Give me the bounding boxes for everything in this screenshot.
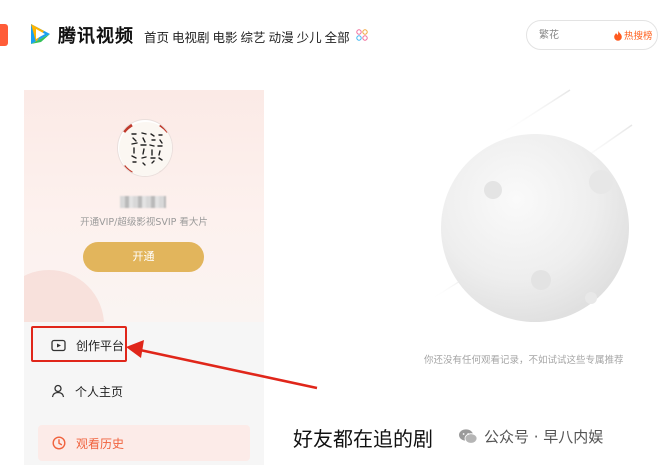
sidebar-item-watch-history[interactable]: 观看历史 [38, 425, 250, 461]
decorative-blob [24, 270, 104, 322]
side-tab-edge[interactable] [0, 24, 8, 46]
search-box[interactable]: 热搜榜 [526, 20, 658, 50]
main-nav: 首页 电视剧 电影 综艺 动漫 少儿 全部 [144, 27, 350, 46]
app-window: 腾讯视频 首页 电视剧 电影 综艺 动漫 少儿 全部 热搜榜 [0, 0, 662, 465]
clock-icon [52, 436, 66, 450]
user-icon [51, 384, 65, 398]
vip-promo-text: 开通VIP/超级影视SVIP 看大片 [80, 217, 208, 228]
section-title: 好友都在追的剧 [293, 427, 433, 451]
nav-item-home[interactable]: 首页 [144, 27, 169, 46]
sidebar-item-label: 观看历史 [76, 436, 125, 451]
nav-item-variety[interactable]: 综艺 [241, 27, 266, 46]
avatar[interactable] [117, 119, 173, 177]
username-blurred [120, 196, 166, 208]
category-grid-icon[interactable] [356, 29, 368, 41]
brand-title[interactable]: 腾讯视频 [58, 22, 134, 48]
top-header: 腾讯视频 首页 电视剧 电影 综艺 动漫 少儿 全部 热搜榜 [0, 0, 662, 72]
nav-item-anime[interactable]: 动漫 [269, 27, 294, 46]
nav-item-tv[interactable]: 电视剧 [172, 27, 210, 46]
calligraphy-avatar-image [119, 122, 172, 176]
search-input[interactable] [539, 27, 609, 43]
tencent-video-logo-icon[interactable] [26, 20, 54, 48]
nav-item-kids[interactable]: 少儿 [297, 27, 322, 46]
sidebar-item-personal-home[interactable]: 个人主页 [24, 368, 264, 414]
watermark: 公众号 · 早八内娱 [458, 426, 603, 447]
nav-item-movie[interactable]: 电影 [213, 27, 238, 46]
hot-search-button[interactable]: 热搜榜 [613, 28, 653, 42]
sidebar-item-label: 个人主页 [75, 384, 124, 399]
hot-search-label: 热搜榜 [624, 31, 653, 42]
annotation-highlight-box [31, 326, 127, 362]
open-vip-button[interactable]: 开通 [83, 242, 204, 272]
profile-card: 开通VIP/超级影视SVIP 看大片 开通 [24, 90, 264, 322]
flame-icon [614, 30, 622, 41]
wechat-icon [459, 429, 478, 444]
empty-state-message: 你还没有任何观看记录，不如试试这些专属推荐 [424, 355, 624, 366]
watermark-text: 公众号 · 早八内娱 [484, 428, 604, 446]
nav-item-all[interactable]: 全部 [325, 27, 350, 46]
user-sidebar: 开通VIP/超级影视SVIP 看大片 开通 创作平台 个人主页 观看历史 [24, 90, 264, 465]
